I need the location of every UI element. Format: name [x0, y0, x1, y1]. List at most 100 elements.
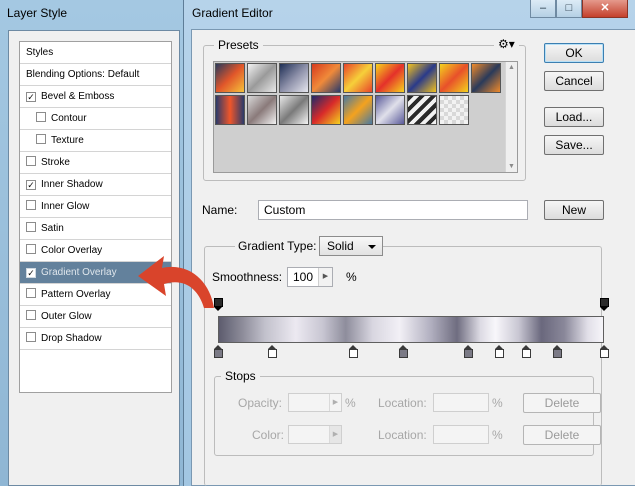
smoothness-label: Smoothness: — [212, 270, 283, 284]
preset-swatch[interactable] — [375, 63, 405, 93]
color-stop[interactable] — [553, 345, 563, 358]
style-item-styles[interactable]: Styles — [20, 42, 171, 64]
cancel-button[interactable]: Cancel — [544, 71, 604, 91]
checkbox[interactable]: ✓ — [26, 92, 36, 102]
preset-swatch[interactable] — [343, 63, 373, 93]
style-item-contour[interactable]: Contour — [20, 108, 171, 130]
preset-swatch[interactable] — [311, 63, 341, 93]
style-item-label: Pattern Overlay — [41, 289, 111, 300]
preset-swatch[interactable] — [343, 95, 373, 125]
checkbox[interactable] — [26, 222, 36, 232]
minimize-button[interactable]: – — [530, 0, 556, 18]
preset-swatch[interactable] — [279, 63, 309, 93]
opacity-location-unit: % — [492, 396, 503, 410]
color-swatch-field[interactable]: ▶ — [288, 425, 342, 444]
color-stop[interactable] — [464, 345, 474, 358]
style-item-inner-shadow[interactable]: ✓ Inner Shadow — [20, 174, 171, 196]
preset-swatch[interactable] — [407, 95, 437, 125]
arrow-right-icon[interactable]: ▶ — [318, 268, 332, 286]
style-item-inner-glow[interactable]: Inner Glow — [20, 196, 171, 218]
preset-swatch[interactable] — [407, 63, 437, 93]
stops-label: Stops — [221, 369, 260, 383]
load-button[interactable]: Load... — [544, 107, 604, 127]
color-stop[interactable] — [398, 345, 408, 358]
gradient-preview-bar[interactable] — [218, 316, 604, 343]
opacity-unit: % — [345, 396, 356, 410]
red-arrow-annotation — [138, 256, 214, 308]
preset-swatch[interactable] — [311, 95, 341, 125]
arrow-right-icon[interactable]: ▶ — [329, 426, 341, 443]
color-stop[interactable] — [599, 345, 609, 358]
preset-swatch[interactable] — [439, 63, 469, 93]
style-item-label: Inner Glow — [41, 201, 90, 212]
maximize-button[interactable]: □ — [556, 0, 582, 18]
opacity-location-field[interactable] — [433, 393, 489, 412]
color-stop[interactable] — [267, 345, 277, 358]
checkbox[interactable] — [36, 112, 46, 122]
name-field[interactable]: Custom — [258, 200, 528, 220]
color-label: Color: — [252, 428, 285, 442]
checkbox[interactable] — [26, 310, 36, 320]
checkbox[interactable] — [36, 134, 46, 144]
smoothness-field[interactable]: 100 ▶ — [287, 267, 333, 287]
checkbox[interactable] — [26, 200, 36, 210]
close-button[interactable]: ✕ — [582, 0, 628, 18]
preset-swatch[interactable] — [471, 63, 501, 93]
window-title: Layer Style — [7, 6, 68, 20]
style-item-bevel-emboss[interactable]: ✓ Bevel & Emboss — [20, 86, 171, 108]
presets-group: Presets ⚙▾ ▲ ▼ — [203, 37, 526, 181]
layer-style-window: Layer Style Styles Blending Options: Defa… — [0, 0, 200, 486]
style-item-label: Drop Shadow — [41, 333, 102, 344]
style-item-label: Blending Options: Default — [26, 69, 140, 80]
gradient-type-select[interactable]: Solid — [319, 236, 383, 256]
red-arrow-shape — [138, 256, 214, 308]
color-stop[interactable] — [348, 345, 358, 358]
scroll-up-icon[interactable]: ▲ — [508, 64, 515, 71]
style-item-satin[interactable]: Satin — [20, 218, 171, 240]
preset-swatch[interactable] — [279, 95, 309, 125]
style-item-blending-options-default[interactable]: Blending Options: Default — [20, 64, 171, 86]
preset-swatch[interactable] — [375, 95, 405, 125]
style-item-label: Bevel & Emboss — [41, 91, 115, 102]
checkbox[interactable] — [26, 288, 36, 298]
smoothness-value: 100 — [293, 270, 314, 284]
style-item-stroke[interactable]: Stroke — [20, 152, 171, 174]
opacity-location-label: Location: — [378, 396, 427, 410]
gradient-editor-window: Gradient Editor – □ ✕ Presets ⚙▾ ▲ ▼ OK … — [183, 0, 635, 486]
style-item-label: Satin — [41, 223, 64, 234]
checkbox[interactable] — [26, 332, 36, 342]
checkbox[interactable] — [26, 156, 36, 166]
checkbox[interactable]: ✓ — [26, 180, 36, 190]
style-item-texture[interactable]: Texture — [20, 130, 171, 152]
arrow-right-icon[interactable]: ▶ — [329, 394, 341, 411]
checkbox[interactable] — [26, 244, 36, 254]
preset-swatch[interactable] — [247, 63, 277, 93]
new-button[interactable]: New — [544, 200, 604, 220]
color-stop[interactable] — [522, 345, 532, 358]
preset-swatch[interactable] — [215, 63, 245, 93]
style-item-drop-shadow[interactable]: Drop Shadow — [20, 328, 171, 350]
opacity-stop[interactable] — [599, 298, 609, 311]
color-location-field[interactable] — [433, 425, 489, 444]
preset-swatch[interactable] — [247, 95, 277, 125]
ok-button[interactable]: OK — [544, 43, 604, 63]
delete-color-stop-button[interactable]: Delete — [523, 425, 601, 445]
style-item-label: Contour — [51, 113, 87, 124]
color-location-unit: % — [492, 428, 503, 442]
gear-icon[interactable]: ⚙▾ — [494, 37, 519, 51]
name-label: Name: — [202, 203, 238, 217]
delete-opacity-stop-button[interactable]: Delete — [523, 393, 601, 413]
scroll-down-icon[interactable]: ▼ — [508, 163, 515, 170]
window-title: Gradient Editor — [192, 6, 273, 20]
color-stop[interactable] — [495, 345, 505, 358]
preset-swatch[interactable] — [439, 95, 469, 125]
opacity-field[interactable]: ▶ — [288, 393, 342, 412]
color-stop[interactable] — [213, 345, 223, 358]
preset-swatch[interactable] — [215, 95, 245, 125]
presets-scrollbar[interactable]: ▲ ▼ — [505, 62, 517, 172]
style-item-label: Outer Glow — [41, 311, 92, 322]
gradient-editor-client: Presets ⚙▾ ▲ ▼ OK Cancel Load... Save...… — [191, 29, 635, 486]
checkbox[interactable]: ✓ — [26, 268, 36, 278]
save-button[interactable]: Save... — [544, 135, 604, 155]
chevron-down-icon — [368, 245, 376, 249]
